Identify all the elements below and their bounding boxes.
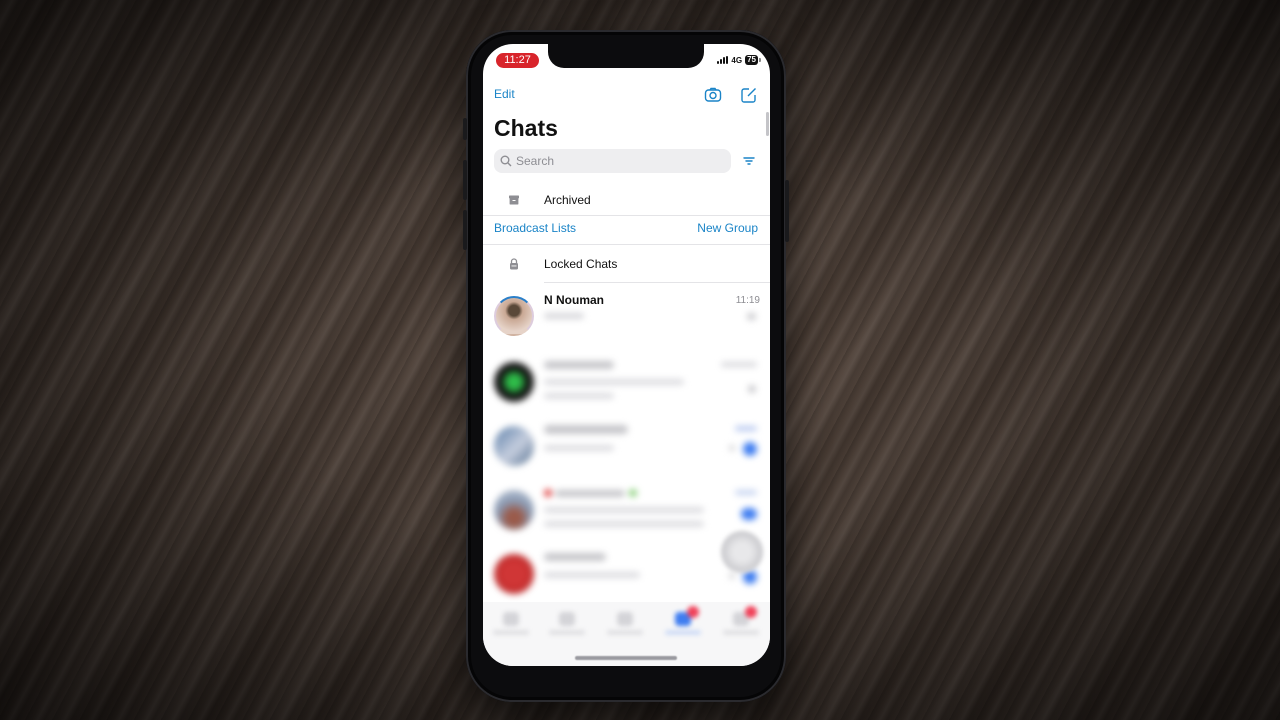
unread-badge bbox=[743, 442, 757, 456]
tab-updates[interactable] bbox=[491, 610, 531, 644]
locked-chats-label: Locked Chats bbox=[544, 257, 618, 271]
archived-label: Archived bbox=[544, 193, 591, 207]
divider bbox=[544, 282, 770, 283]
tab-communities[interactable] bbox=[605, 610, 645, 644]
camera-icon[interactable] bbox=[704, 86, 722, 104]
archived-row[interactable]: Archived bbox=[483, 185, 770, 215]
avatar[interactable] bbox=[494, 490, 534, 530]
status-time: 11:27 bbox=[496, 53, 539, 68]
tab-badge bbox=[687, 606, 699, 618]
divider bbox=[483, 244, 770, 245]
search-field[interactable] bbox=[494, 149, 731, 173]
emoji bbox=[629, 489, 637, 497]
chat-time bbox=[735, 426, 757, 431]
chat-row[interactable] bbox=[483, 353, 770, 417]
avatar[interactable] bbox=[494, 554, 534, 594]
avatar[interactable] bbox=[494, 426, 534, 466]
chat-name bbox=[544, 361, 614, 369]
lock-icon bbox=[507, 257, 521, 271]
chat-time bbox=[721, 362, 757, 367]
scrollbar[interactable] bbox=[766, 112, 769, 136]
avatar[interactable] bbox=[494, 362, 534, 402]
calls-icon bbox=[559, 612, 575, 626]
tab-bar bbox=[483, 602, 770, 666]
compose-icon[interactable] bbox=[740, 86, 758, 104]
avatar[interactable] bbox=[494, 296, 534, 336]
locked-chats-row[interactable]: Locked Chats bbox=[483, 249, 770, 279]
chat-row[interactable] bbox=[483, 481, 770, 545]
search-icon bbox=[500, 155, 512, 167]
broadcast-lists-link[interactable]: Broadcast Lists bbox=[494, 221, 576, 235]
status-indicators: 4G 75 bbox=[717, 55, 761, 65]
chat-name bbox=[555, 490, 625, 497]
chat-preview bbox=[544, 393, 614, 399]
edit-button[interactable]: Edit bbox=[494, 87, 515, 101]
chat-name bbox=[544, 425, 628, 434]
archive-box-icon bbox=[507, 193, 521, 207]
nav-bar: Edit bbox=[483, 86, 770, 106]
tab-badge bbox=[745, 606, 757, 618]
filter-icon[interactable] bbox=[742, 154, 756, 168]
tab-chats[interactable] bbox=[663, 606, 703, 644]
assistive-touch-button[interactable] bbox=[721, 531, 763, 573]
updates-icon bbox=[503, 612, 519, 626]
chat-preview bbox=[544, 379, 684, 385]
list-links: Broadcast Lists New Group bbox=[494, 221, 758, 235]
unread-badge bbox=[741, 508, 757, 520]
pin-icon bbox=[747, 313, 756, 320]
new-group-link[interactable]: New Group bbox=[697, 221, 758, 235]
emoji bbox=[544, 489, 552, 497]
signal-icon bbox=[717, 56, 729, 64]
network-type: 4G bbox=[731, 55, 743, 65]
page-title: Chats bbox=[494, 115, 558, 141]
power-button bbox=[785, 180, 789, 242]
divider bbox=[483, 215, 770, 216]
volume-up-button bbox=[463, 160, 467, 200]
chat-time bbox=[735, 490, 757, 495]
chat-name: N Nouman bbox=[544, 293, 604, 307]
chat-preview bbox=[544, 507, 704, 513]
notch bbox=[548, 44, 704, 68]
communities-icon bbox=[617, 612, 633, 626]
chat-preview bbox=[544, 445, 614, 451]
pin-icon bbox=[748, 385, 756, 393]
chat-time: 11:19 bbox=[735, 295, 760, 306]
chat-preview bbox=[544, 572, 640, 578]
chat-name bbox=[544, 553, 606, 561]
search-input[interactable] bbox=[516, 154, 716, 168]
chat-row[interactable] bbox=[483, 417, 770, 481]
chat-preview bbox=[544, 313, 584, 319]
mute-switch bbox=[463, 118, 467, 140]
chat-row[interactable]: N Nouman 11:19 bbox=[483, 287, 770, 351]
tab-settings[interactable] bbox=[721, 606, 761, 644]
chat-preview bbox=[544, 521, 704, 527]
mute-icon bbox=[729, 573, 735, 579]
volume-down-button bbox=[463, 210, 467, 250]
phone-screen: 11:27 4G 75 Edit Chats Search Archived B… bbox=[483, 44, 770, 666]
battery-icon: 75 bbox=[745, 55, 761, 65]
home-indicator[interactable] bbox=[575, 656, 677, 660]
mute-icon bbox=[729, 445, 735, 451]
tab-calls[interactable] bbox=[547, 610, 587, 644]
